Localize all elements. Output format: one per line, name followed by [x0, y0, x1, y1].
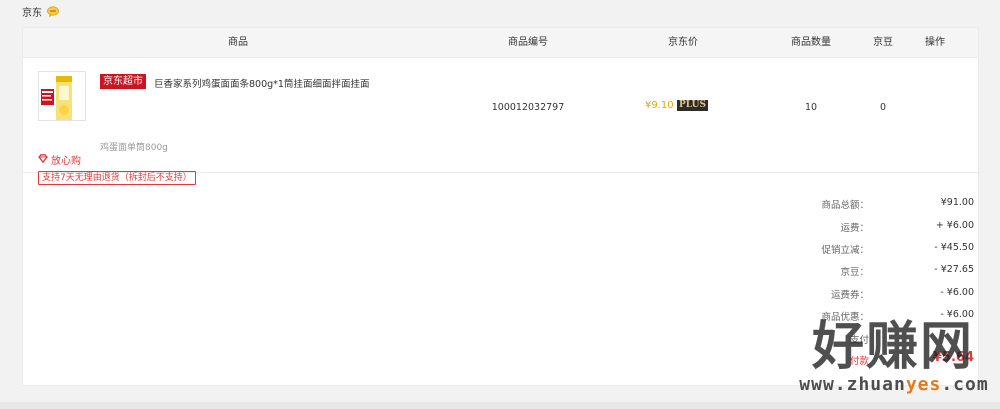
product-title-link[interactable]: 巨香家系列鸡蛋面面条800g*1筒挂面细面拌面挂面 — [154, 76, 369, 90]
chat-bubble-icon[interactable] — [47, 5, 59, 17]
summary-label: 商品优惠： — [821, 312, 869, 323]
summary-value: - ¥45.50 — [934, 242, 974, 253]
summary-value: - ¥6.00 — [940, 287, 974, 298]
summary-label: 京豆： — [840, 267, 869, 278]
summary-goods-total: 商品总额： ¥91.00 — [723, 197, 977, 211]
shop-header: 京东 — [22, 4, 59, 19]
header-goods: 商品 — [228, 37, 248, 48]
quantity-value: 10 — [804, 102, 818, 113]
summary-label: 商品总额： — [821, 200, 869, 211]
summary-label: 运费： — [840, 223, 869, 234]
summary-label: 促销立减： — [821, 245, 869, 256]
summary-promo: 促销立减： - ¥45.50 — [723, 242, 977, 256]
header-op: 操作 — [925, 37, 945, 48]
table-row: 京东超市 巨香家系列鸡蛋面面条800g*1筒挂面细面拌面挂面 鸡蛋面单筒800g… — [23, 58, 978, 185]
shop-name[interactable]: 京东 — [22, 4, 42, 19]
bottom-divider — [0, 402, 1000, 409]
summary-value: ¥91.00 — [940, 197, 974, 208]
summary-shipping: 运费： + ¥6.00 — [723, 220, 977, 234]
bean-value: 0 — [879, 102, 887, 113]
summary-total-value: ¥5.64 — [932, 350, 974, 365]
summary-value: + ¥6.00 — [935, 220, 974, 231]
diamond-icon — [38, 153, 48, 166]
header-qty: 商品数量 — [791, 37, 831, 48]
assure-tag: 放心购 — [38, 152, 81, 167]
plus-badge: PLUS — [677, 100, 708, 111]
summary-value: - ¥27.65 — [934, 264, 974, 275]
header-sku: 商品编号 — [508, 37, 548, 48]
summary-label: 运费券： — [830, 290, 869, 301]
summary-pay: 支付 — [723, 332, 977, 346]
product-thumbnail[interactable] — [38, 71, 86, 121]
product-spec: 鸡蛋面单筒800g — [100, 143, 168, 153]
summary-jd-bean: 京豆： - ¥27.65 — [723, 264, 977, 278]
summary-payable: 付款 ¥5.64 — [723, 350, 977, 367]
summary-goods-discount: 商品优惠： - ¥6.00 — [723, 309, 977, 323]
order-panel: 商品 商品编号 京东价 商品数量 京豆 操作 京东超市 巨香家系列鸡蛋面面条80… — [22, 27, 979, 386]
summary-label: 付款 — [849, 356, 869, 367]
header-price: 京东价 — [668, 37, 698, 48]
header-bean: 京豆 — [873, 37, 893, 48]
assure-label: 放心购 — [51, 156, 81, 167]
table-header: 商品 商品编号 京东价 商品数量 京豆 操作 — [23, 28, 978, 58]
sku-number: 100012032797 — [491, 102, 565, 113]
jd-supermarket-badge: 京东超市 — [100, 74, 146, 89]
return-policy-tag: 支持7天无理由退货（拆封后不支持） — [38, 171, 196, 185]
summary-value: - ¥6.00 — [940, 309, 974, 320]
summary-shipping-coupon: 运费券： - ¥6.00 — [723, 287, 977, 301]
price-value: ¥9.10 — [645, 100, 674, 111]
summary-label: 支付 — [849, 335, 869, 346]
